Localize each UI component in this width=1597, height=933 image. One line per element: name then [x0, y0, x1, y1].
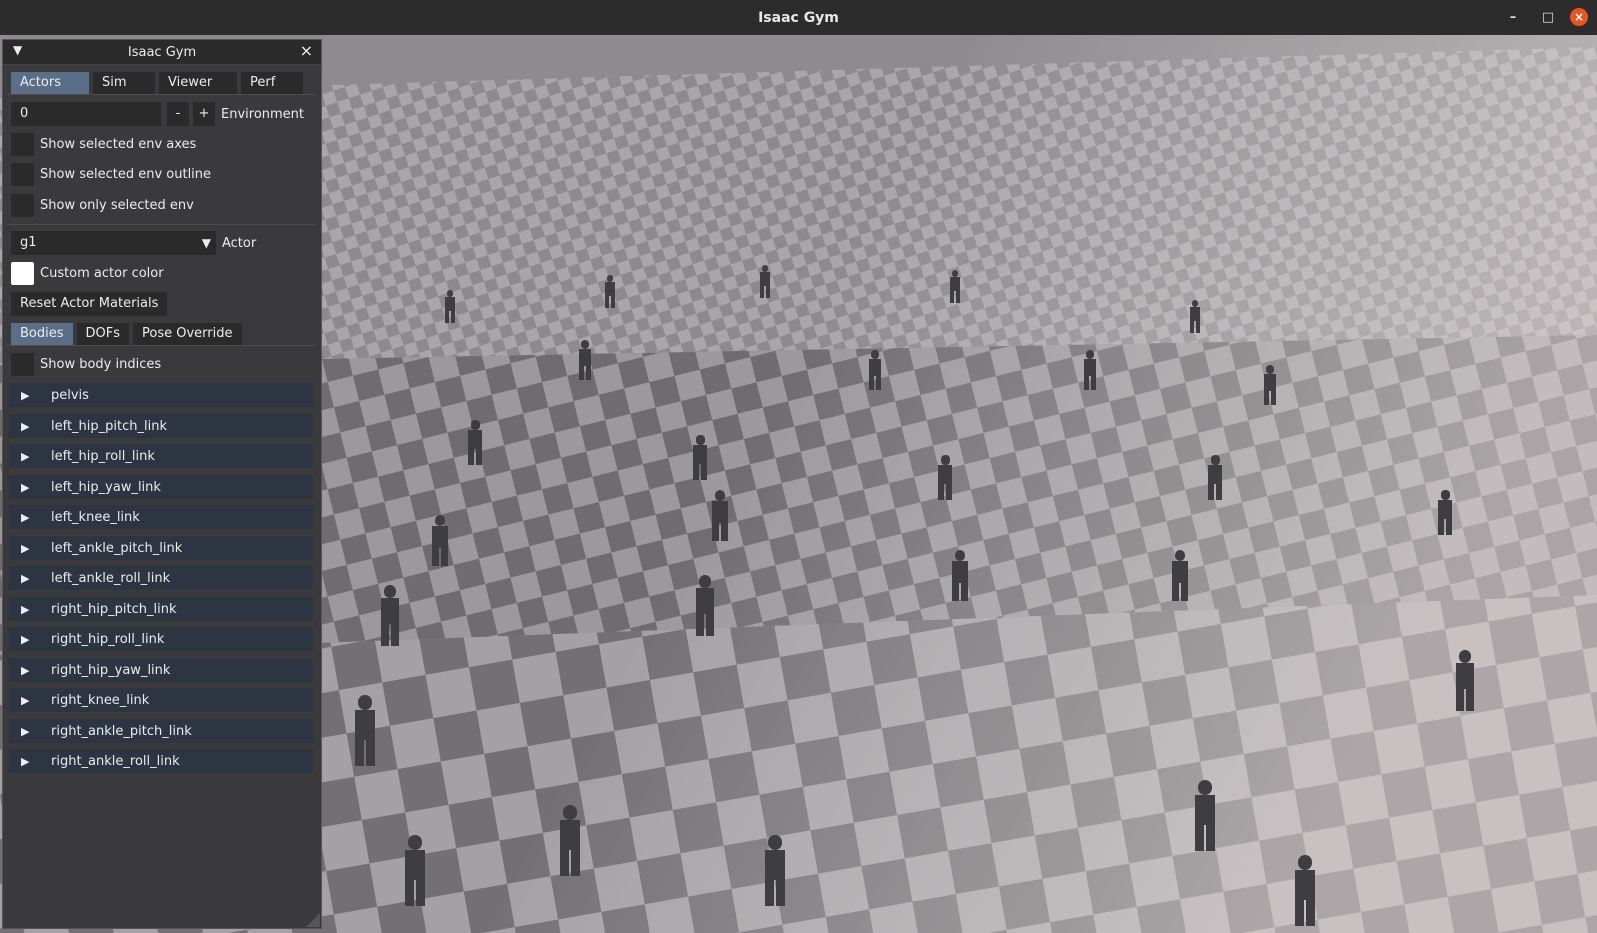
expand-arrow-icon[interactable]: ▶: [21, 481, 33, 494]
show-only-selected-env-checkbox[interactable]: [11, 194, 34, 217]
tree-item-label: left_hip_roll_link: [51, 448, 155, 464]
minimize-icon[interactable]: –: [1500, 4, 1526, 30]
panel-title: Isaac Gym: [127, 44, 197, 60]
checkbox-label: Show only selected env: [40, 198, 194, 213]
body-indices-row: Show body indices: [11, 353, 161, 376]
collapse-triangle-icon[interactable]: ▼: [13, 43, 22, 57]
checkbox-row: Show selected env axes: [11, 133, 196, 156]
checkbox-row: Show selected env outline: [11, 163, 211, 186]
isaac-gym-panel: ▼ Isaac Gym × Actors Sim Viewer Perf 0 -…: [2, 39, 322, 929]
window-titlebar: Isaac Gym – □ ×: [0, 0, 1597, 35]
expand-arrow-icon[interactable]: ▶: [21, 755, 33, 768]
tree-item-label: right_knee_link: [51, 692, 150, 708]
tree-item-label: right_hip_yaw_link: [51, 662, 171, 678]
environment-increment-button[interactable]: +: [193, 102, 215, 126]
checkbox-row: Show only selected env: [11, 194, 194, 217]
environment-row: 0 - + Environment: [11, 102, 304, 126]
tree-item-right-hip-roll-link[interactable]: ▶ right_hip_roll_link: [9, 627, 313, 651]
tab-bodies[interactable]: Bodies: [11, 323, 73, 345]
expand-arrow-icon[interactable]: ▶: [21, 542, 33, 555]
tab-viewer[interactable]: Viewer: [159, 72, 237, 94]
tab-underline: [7, 94, 316, 95]
tree-item-label: right_ankle_roll_link: [51, 753, 180, 769]
expand-arrow-icon[interactable]: ▶: [21, 450, 33, 463]
tree-item-label: left_knee_link: [51, 509, 140, 525]
sub-tab-underline: [7, 345, 316, 346]
maximize-icon[interactable]: □: [1535, 4, 1561, 30]
expand-arrow-icon[interactable]: ▶: [21, 694, 33, 707]
tree-item-label: left_ankle_pitch_link: [51, 540, 183, 556]
expand-arrow-icon[interactable]: ▶: [21, 664, 33, 677]
tree-item-label: right_ankle_pitch_link: [51, 723, 192, 739]
window-title: Isaac Gym: [758, 9, 839, 26]
checkbox-label: Show selected env outline: [40, 167, 212, 182]
body-indices-label: Show body indices: [40, 357, 162, 372]
tab-perf[interactable]: Perf: [241, 72, 303, 94]
actor-row: g1 ▼ Actor: [11, 231, 256, 255]
divider: [7, 224, 316, 225]
main-tabs: Actors Sim Viewer Perf: [11, 72, 307, 94]
chevron-down-icon: ▼: [201, 236, 211, 250]
expand-arrow-icon[interactable]: ▶: [21, 633, 33, 646]
tab-sim[interactable]: Sim: [93, 72, 155, 94]
tree-item-left-hip-roll-link[interactable]: ▶ left_hip_roll_link: [9, 444, 313, 468]
expand-arrow-icon[interactable]: ▶: [21, 420, 33, 433]
custom-color-row: Custom actor color: [11, 262, 164, 285]
reset-row: Reset Actor Materials: [11, 292, 168, 316]
environment-input[interactable]: 0: [11, 102, 161, 126]
expand-arrow-icon[interactable]: ▶: [21, 725, 33, 738]
tree-item-left-hip-pitch-link[interactable]: ▶ left_hip_pitch_link: [9, 414, 313, 438]
custom-color-label: Custom actor color: [40, 266, 164, 281]
resize-grip-icon[interactable]: [306, 913, 320, 927]
tree-item-label: left_hip_yaw_link: [51, 479, 161, 495]
tree-item-right-ankle-roll-link[interactable]: ▶ right_ankle_roll_link: [9, 749, 313, 773]
checkbox-label: Show selected env axes: [40, 137, 197, 152]
tab-dofs[interactable]: DOFs: [76, 323, 130, 345]
close-window-button[interactable]: ×: [1570, 8, 1588, 26]
tab-actors[interactable]: Actors: [11, 72, 89, 94]
tree-item-label: right_hip_pitch_link: [51, 601, 177, 617]
actor-select[interactable]: g1 ▼: [11, 231, 216, 255]
tree-item-left-knee-link[interactable]: ▶ left_knee_link: [9, 505, 313, 529]
tree-item-label: left_hip_pitch_link: [51, 418, 167, 434]
panel-close-button[interactable]: ×: [300, 41, 313, 60]
tree-item-right-hip-yaw-link[interactable]: ▶ right_hip_yaw_link: [9, 658, 313, 682]
panel-header[interactable]: ▼ Isaac Gym ×: [3, 40, 321, 65]
actor-sub-tabs: Bodies DOFs Pose Override: [11, 323, 246, 345]
expand-arrow-icon[interactable]: ▶: [21, 511, 33, 524]
show-body-indices-checkbox[interactable]: [11, 353, 34, 376]
tree-item-right-knee-link[interactable]: ▶ right_knee_link: [9, 688, 313, 712]
tree-item-left-ankle-pitch-link[interactable]: ▶ left_ankle_pitch_link: [9, 536, 313, 560]
expand-arrow-icon[interactable]: ▶: [21, 603, 33, 616]
tab-pose-override[interactable]: Pose Override: [133, 323, 242, 345]
tree-item-label: pelvis: [51, 387, 89, 403]
show-env-outline-checkbox[interactable]: [11, 163, 34, 186]
actor-label: Actor: [222, 235, 257, 251]
expand-arrow-icon[interactable]: ▶: [21, 389, 33, 402]
tree-item-right-ankle-pitch-link[interactable]: ▶ right_ankle_pitch_link: [9, 719, 313, 743]
tree-item-label: left_ankle_roll_link: [51, 570, 171, 586]
environment-label: Environment: [221, 106, 305, 122]
show-env-axes-checkbox[interactable]: [11, 133, 34, 156]
tree-item-pelvis[interactable]: ▶ pelvis: [9, 383, 313, 407]
environment-decrement-button[interactable]: -: [167, 102, 189, 126]
tree-item-label: right_hip_roll_link: [51, 631, 165, 647]
expand-arrow-icon[interactable]: ▶: [21, 572, 33, 585]
tree-item-right-hip-pitch-link[interactable]: ▶ right_hip_pitch_link: [9, 597, 313, 621]
tree-item-left-ankle-roll-link[interactable]: ▶ left_ankle_roll_link: [9, 566, 313, 590]
reset-actor-materials-button[interactable]: Reset Actor Materials: [11, 292, 168, 316]
tree-item-left-hip-yaw-link[interactable]: ▶ left_hip_yaw_link: [9, 475, 313, 499]
custom-actor-color-swatch[interactable]: [11, 262, 34, 285]
actor-select-value: g1: [20, 235, 37, 250]
